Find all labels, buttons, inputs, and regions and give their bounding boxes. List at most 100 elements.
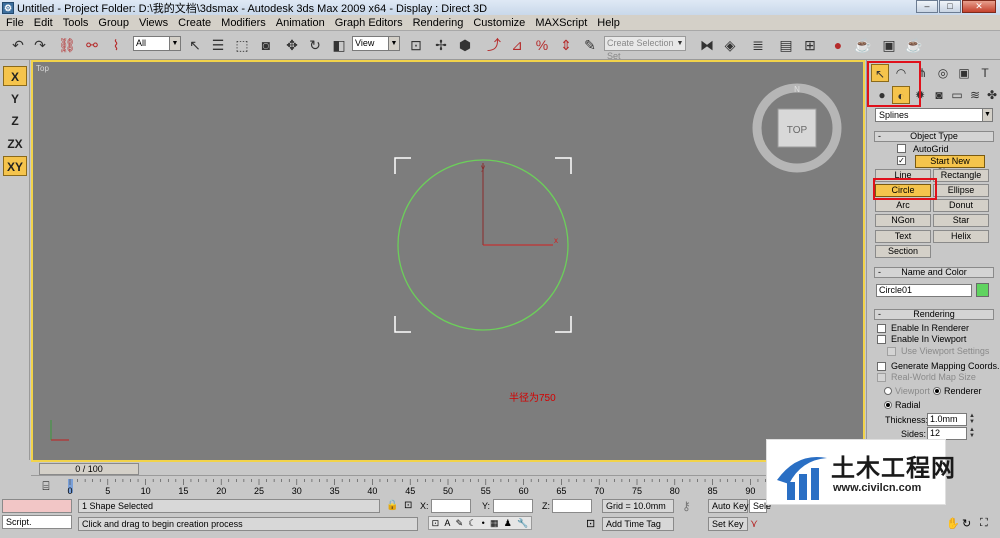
- axis-xy-button[interactable]: XY: [3, 156, 27, 176]
- select-and-link-icon[interactable]: ⛓: [57, 35, 77, 55]
- maximize-viewport-icon[interactable]: ⛶: [980, 517, 988, 530]
- menu-customize[interactable]: Customize: [469, 17, 531, 29]
- quick-render-icon[interactable]: ☕: [904, 35, 924, 55]
- renderer-radio[interactable]: [933, 387, 941, 395]
- pan-view-icon[interactable]: ✋: [946, 517, 960, 530]
- angle-snap-icon[interactable]: ⊿: [507, 35, 527, 55]
- key-mode-icon[interactable]: ⚷: [682, 499, 706, 513]
- snaps-toggle-icon[interactable]: ⤴: [484, 35, 504, 55]
- section-button[interactable]: Section: [875, 245, 931, 258]
- select-by-name-icon[interactable]: ☰: [208, 35, 228, 55]
- lock-selection-icon[interactable]: 🔒: [386, 500, 398, 511]
- thickness-field[interactable]: 1.0mm: [927, 413, 967, 426]
- input-method-icon[interactable]: ⊡: [432, 518, 440, 529]
- time-slider[interactable]: 0 / 100: [31, 462, 865, 476]
- object-category-dropdown[interactable]: Splines ▼: [875, 108, 993, 122]
- object-type-rollout-header[interactable]: - Object Type: [874, 131, 994, 142]
- maxscript-listener-mini[interactable]: [2, 499, 72, 513]
- menu-rendering[interactable]: Rendering: [409, 17, 470, 29]
- minimize-button[interactable]: –: [916, 0, 938, 13]
- unlink-icon[interactable]: ⚯: [82, 35, 102, 55]
- align-icon[interactable]: ◈: [720, 35, 740, 55]
- select-manipulate-icon[interactable]: ✢: [431, 35, 451, 55]
- menu-create[interactable]: Create: [174, 17, 217, 29]
- enable-in-viewport-checkbox[interactable]: [877, 335, 886, 344]
- systems-category-icon[interactable]: ✤: [983, 86, 1000, 104]
- bind-to-space-warp-icon[interactable]: ⌇: [106, 35, 126, 55]
- x-coord-field[interactable]: [431, 499, 471, 513]
- pivot-center-icon[interactable]: ⊡: [406, 35, 426, 55]
- wrench-icon[interactable]: 🔧: [517, 518, 528, 529]
- close-button[interactable]: ✕: [962, 0, 996, 13]
- percent-snap-icon[interactable]: %: [532, 35, 552, 55]
- add-time-tag[interactable]: Add Time Tag: [602, 517, 674, 531]
- rendered-frame-window-icon[interactable]: ▣: [879, 35, 899, 55]
- menu-file[interactable]: File: [2, 17, 30, 29]
- person-icon[interactable]: ♟: [504, 518, 512, 529]
- schematic-view-icon[interactable]: ⊞: [800, 35, 820, 55]
- z-coord-field[interactable]: [552, 499, 592, 513]
- helpers-category-icon[interactable]: ▭: [948, 86, 966, 104]
- ngon-button[interactable]: NGon: [875, 214, 931, 227]
- display-tab-icon[interactable]: ▣: [955, 64, 973, 82]
- curve-editor-icon[interactable]: ▤: [776, 35, 796, 55]
- maximize-button[interactable]: □: [939, 0, 961, 13]
- donut-button[interactable]: Donut: [933, 199, 989, 212]
- star-button[interactable]: Star: [933, 214, 989, 227]
- cameras-category-icon[interactable]: ◙: [930, 86, 948, 104]
- viewport-radio[interactable]: [884, 387, 892, 395]
- axis-x-button[interactable]: X: [3, 66, 27, 86]
- radial-radio[interactable]: [884, 401, 892, 409]
- maxscript-label[interactable]: Script.: [2, 515, 72, 529]
- motion-tab-icon[interactable]: ◎: [934, 64, 952, 82]
- sides-spinner-icon[interactable]: ▲ ▼: [968, 427, 976, 439]
- select-object-icon[interactable]: ↖: [185, 35, 205, 55]
- time-slider-handle[interactable]: 0 / 100: [39, 463, 139, 475]
- dot-icon[interactable]: •: [482, 518, 485, 528]
- use-viewport-settings-checkbox[interactable]: [887, 347, 896, 356]
- menu-tools[interactable]: Tools: [59, 17, 95, 29]
- enable-in-renderer-checkbox[interactable]: [877, 324, 886, 333]
- spinner-snap-icon[interactable]: ⇕: [556, 35, 576, 55]
- menu-graph-editors[interactable]: Graph Editors: [331, 17, 409, 29]
- real-world-map-checkbox[interactable]: [877, 373, 886, 382]
- menu-edit[interactable]: Edit: [30, 17, 59, 29]
- ellipse-button[interactable]: Ellipse: [933, 184, 989, 197]
- text-button[interactable]: Text: [875, 230, 931, 243]
- y-coord-field[interactable]: [493, 499, 533, 513]
- undo-icon[interactable]: ↶: [8, 35, 28, 55]
- menu-help[interactable]: Help: [593, 17, 626, 29]
- keyboard-shortcut-override-icon[interactable]: ⬢: [455, 35, 475, 55]
- menu-modifiers[interactable]: Modifiers: [217, 17, 272, 29]
- font-icon[interactable]: A: [444, 518, 450, 528]
- arc-button[interactable]: Arc: [875, 199, 931, 212]
- autogrid-checkbox[interactable]: [897, 144, 906, 153]
- viewcube[interactable]: TOP N: [752, 83, 842, 173]
- thickness-spinner-icon[interactable]: ▲ ▼: [968, 413, 976, 425]
- key-filters-icon[interactable]: ⋎: [750, 517, 758, 530]
- name-and-color-rollout-header[interactable]: - Name and Color: [874, 267, 994, 278]
- mirror-icon[interactable]: ⧓: [697, 35, 717, 55]
- orbit-icon[interactable]: ↻: [962, 517, 971, 530]
- rectangle-button[interactable]: Rectangle: [933, 169, 989, 182]
- start-new-shape-checkbox[interactable]: ✓: [897, 156, 906, 165]
- menu-views[interactable]: Views: [135, 17, 174, 29]
- window-crossing-icon[interactable]: ◙: [256, 35, 276, 55]
- reference-coordinate-dropdown[interactable]: View ▼: [352, 36, 400, 51]
- absolute-mode-icon[interactable]: ⊡: [404, 500, 412, 511]
- helix-button[interactable]: Helix: [933, 230, 989, 243]
- rectangular-selection-icon[interactable]: ⬚: [232, 35, 252, 55]
- material-editor-icon[interactable]: ●: [828, 35, 848, 55]
- moon-icon[interactable]: ☾: [468, 518, 476, 529]
- time-tag-icon[interactable]: ⊡: [586, 517, 595, 530]
- layer-manager-icon[interactable]: ≣: [748, 35, 768, 55]
- open-mini-curve-editor-icon[interactable]: ⌸: [38, 479, 54, 493]
- utilities-tab-icon[interactable]: T: [976, 64, 994, 82]
- redo-icon[interactable]: ↷: [30, 35, 50, 55]
- menu-maxscript[interactable]: MAXScript: [531, 17, 593, 29]
- grid-icon[interactable]: ▦: [490, 518, 499, 529]
- render-setup-icon[interactable]: ☕: [853, 35, 873, 55]
- select-and-rotate-icon[interactable]: ↻: [305, 35, 325, 55]
- selection-set-field[interactable]: Create Selection Set ▼: [604, 36, 686, 61]
- axis-y-button[interactable]: Y: [3, 89, 27, 109]
